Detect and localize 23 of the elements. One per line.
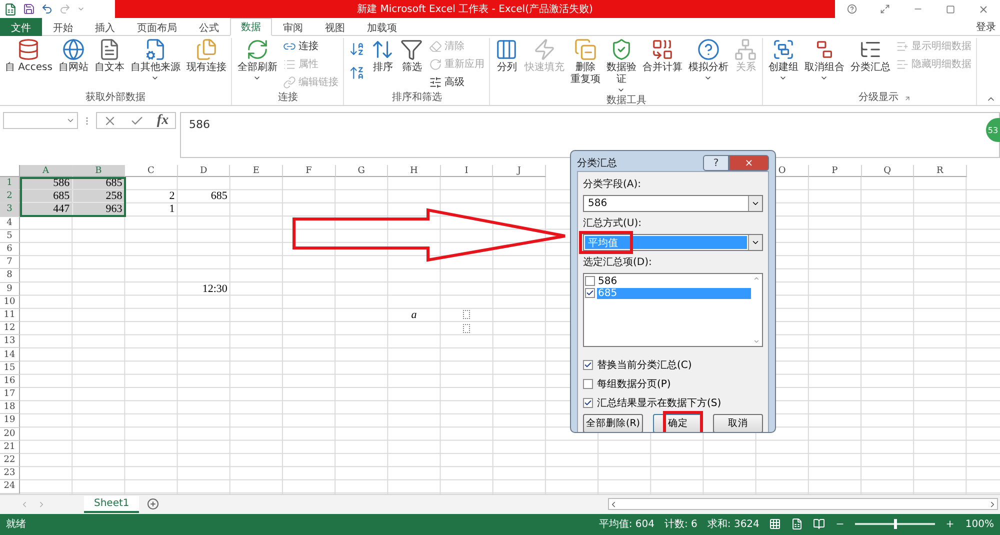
group-title: 排序和筛选 — [392, 91, 442, 105]
table-cell: 963 — [72, 203, 124, 216]
field-label: 汇总方式(U): — [583, 216, 642, 230]
table-cell-text: 685 — [210, 190, 228, 202]
group-title: 连接 — [278, 91, 298, 105]
window-title: 新建 Microsoft Excel 工作表 - Excel(产品激活失败) — [115, 0, 835, 18]
table-cell-text: 12:30 — [201, 282, 228, 295]
sum-text: 求和: 3624 — [707, 518, 760, 531]
field-label: 分类字段(A): — [583, 178, 642, 191]
group-title: 分级显示 — [858, 91, 898, 105]
group-title: 获取外部数据 — [86, 91, 146, 105]
table-cell-text: 1 — [168, 203, 176, 216]
zoom-text: 100% — [965, 518, 994, 530]
count-text: 计数: 6 — [664, 518, 698, 531]
field-label: 选定汇总项(D): — [583, 256, 653, 269]
table-cell-text: a — [410, 308, 418, 322]
table-cell: 685 — [20, 190, 72, 202]
table-cell: 258 — [72, 190, 124, 202]
average-text: 平均值: 604 — [598, 518, 654, 531]
dialog-title: 分类汇总 — [577, 156, 617, 170]
group-title: 数据工具 — [606, 94, 646, 108]
table-cell-text: 2 — [168, 190, 176, 202]
status-text: 就绪 — [6, 518, 26, 531]
